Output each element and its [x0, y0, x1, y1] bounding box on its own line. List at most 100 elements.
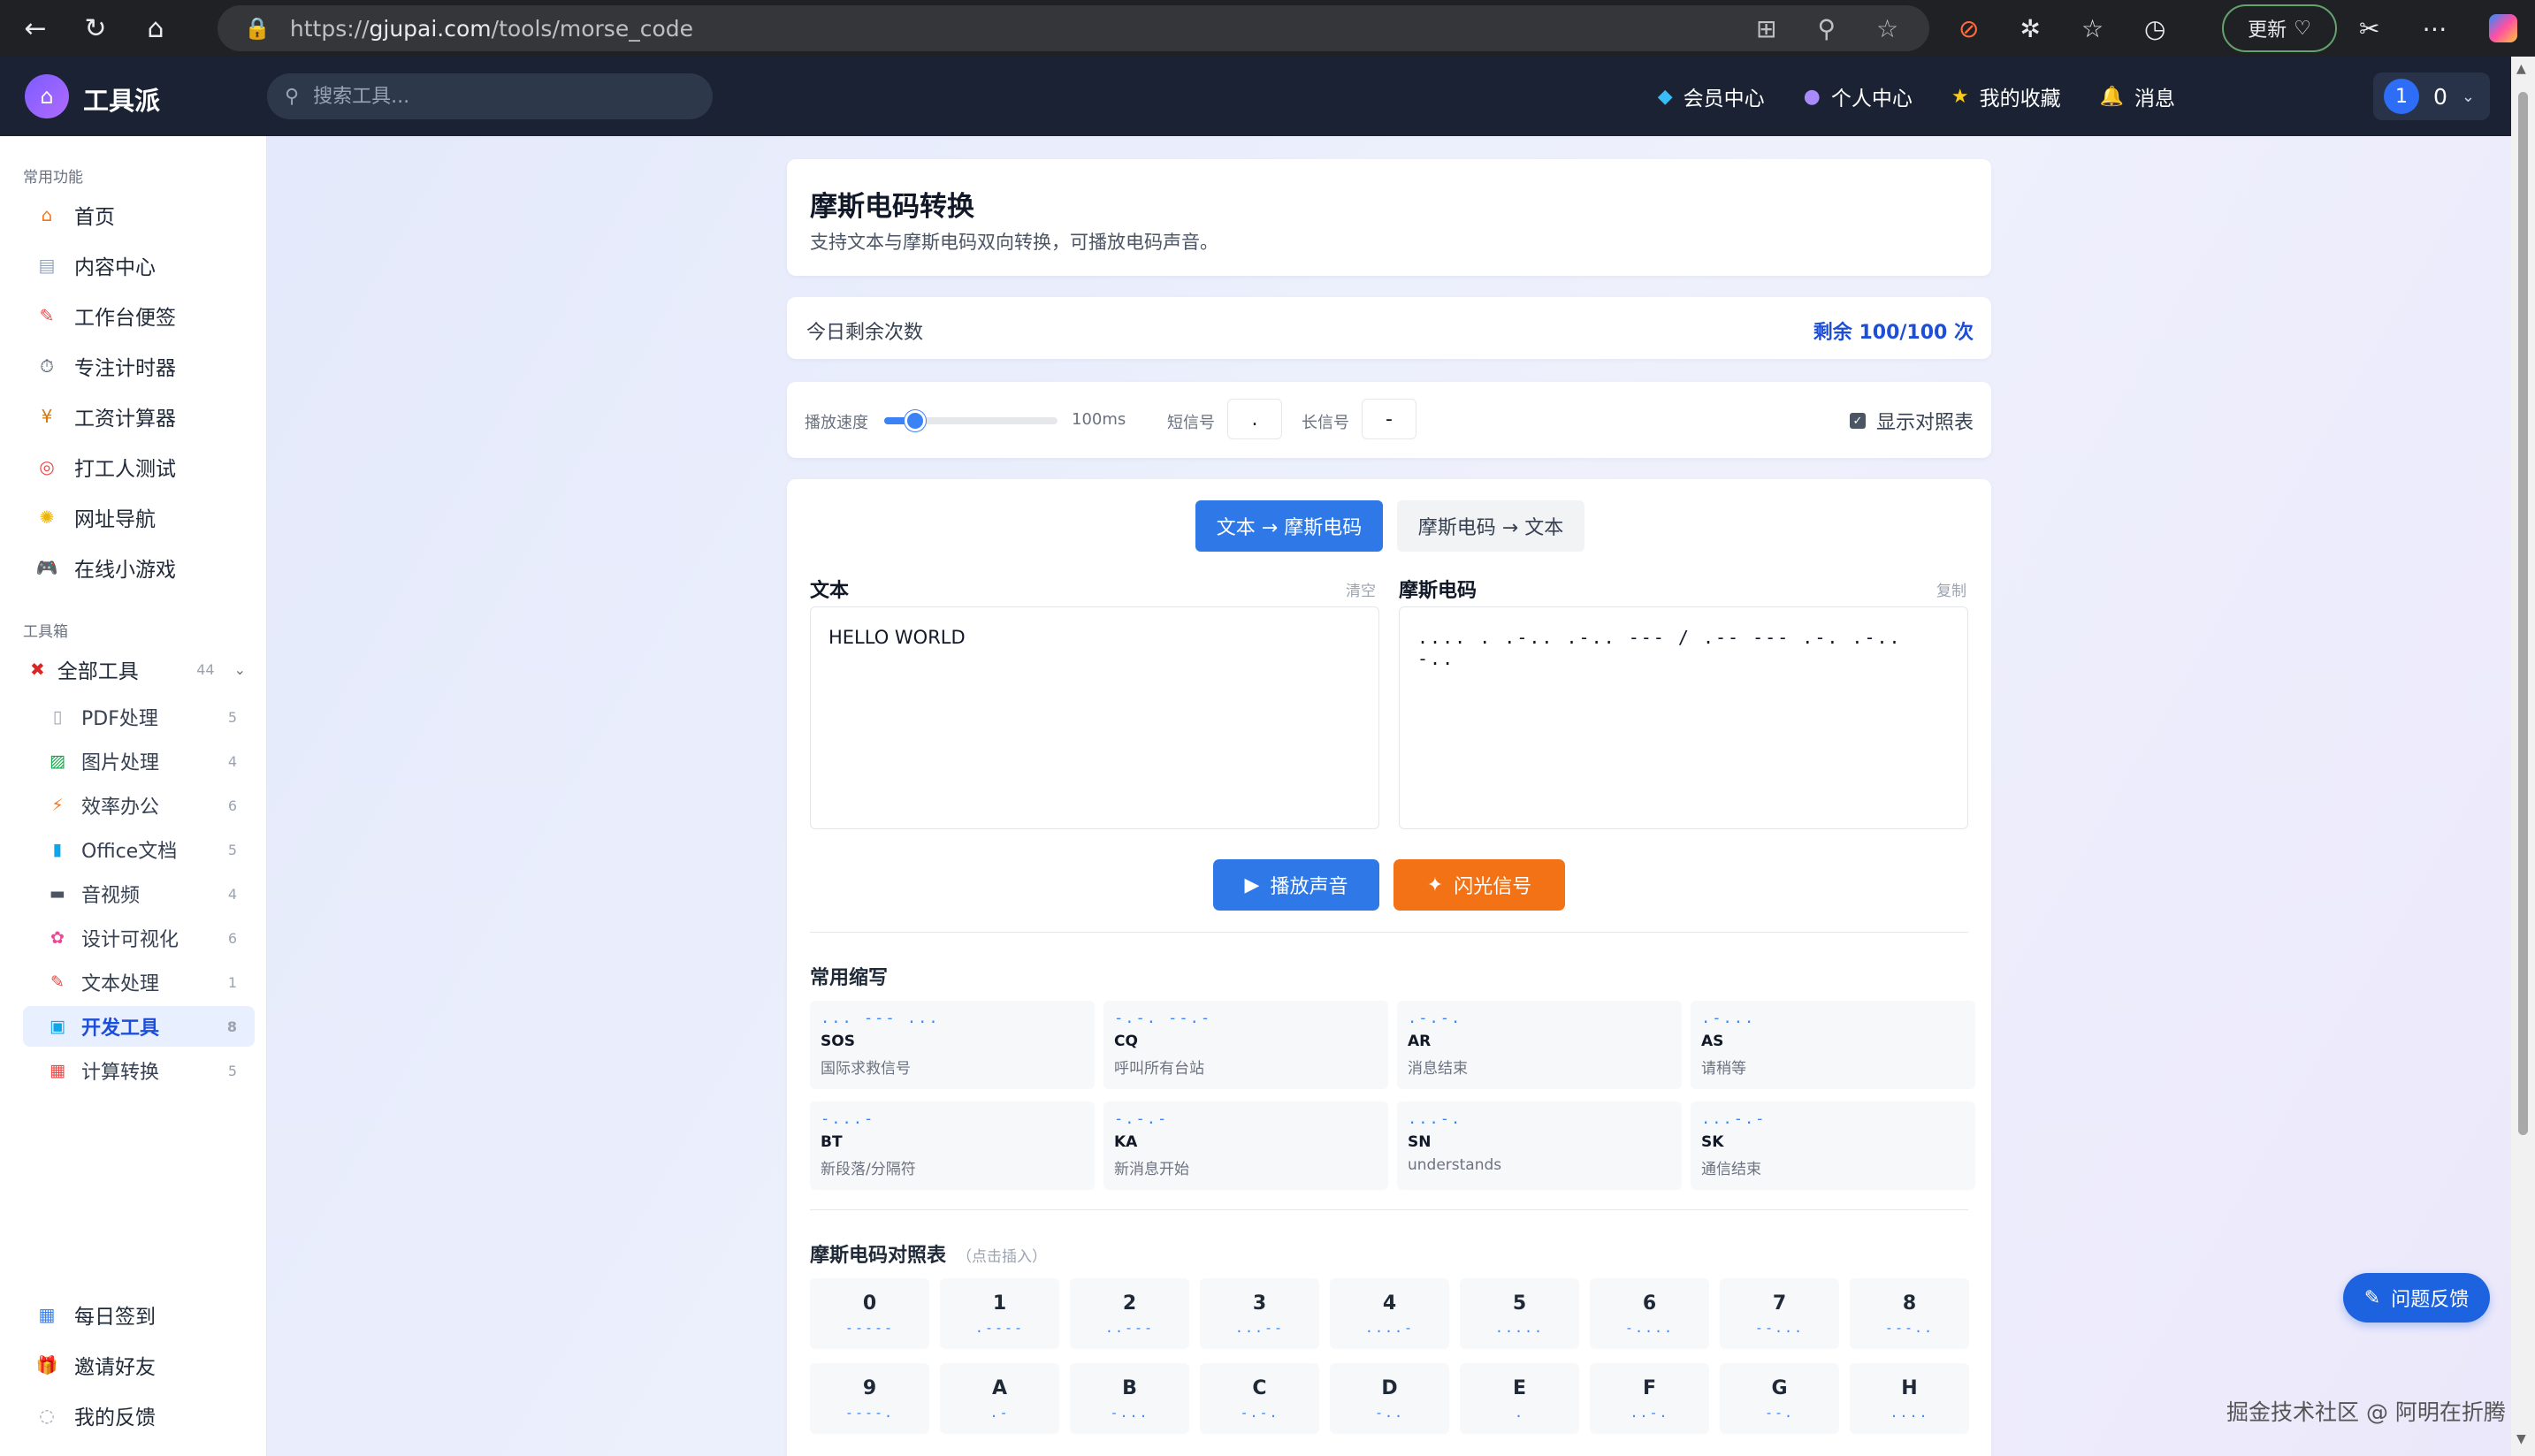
speed-value: 100ms [1072, 410, 1126, 429]
scroll-down-icon[interactable]: ▼ [2516, 1432, 2526, 1446]
sidebar-all-tools[interactable]: ✖ 全部工具 44 ⌄ [23, 649, 255, 690]
play-sound-button[interactable]: ▶ 播放声音 [1213, 859, 1379, 911]
long-signal-input[interactable]: - [1362, 399, 1416, 439]
clear-button[interactable]: 清空 [1346, 578, 1376, 600]
sidebar-item-navigation[interactable]: ✺ 网址导航 [23, 495, 255, 539]
scroll-up-icon[interactable]: ▲ [2516, 62, 2526, 76]
sidebar-item-checkin[interactable]: ▦ 每日签到 [23, 1292, 255, 1337]
reload-icon[interactable]: ↻ [71, 4, 120, 53]
ref-cell[interactable]: 1 .---- [940, 1278, 1059, 1349]
sidebar-item-label: 每日签到 [74, 1306, 156, 1329]
sidebar-item-office-docs[interactable]: ▮ Office文档 5 [23, 829, 255, 870]
speed-slider-thumb[interactable] [905, 410, 927, 431]
show-table-label: 显示对照表 [1875, 412, 1974, 434]
sidebar-item-dev-tools[interactable]: ▣ 开发工具 8 [23, 1006, 255, 1047]
abbr-card[interactable]: -...- BT 新段落/分隔符 [810, 1102, 1095, 1190]
ref-cell[interactable]: A .- [940, 1363, 1059, 1434]
sidebar-item-office-efficiency[interactable]: ⚡ 效率办公 6 [23, 785, 255, 826]
app-grid-icon[interactable]: ⊞ [1756, 14, 1776, 43]
ref-cell[interactable]: 6 -.... [1590, 1278, 1709, 1349]
user-menu[interactable]: 1 0 ⌄ [2373, 72, 2490, 120]
sidebar-item-test[interactable]: ◎ 打工人测试 [23, 445, 255, 489]
brand-name[interactable]: 工具派 [83, 80, 160, 118]
more-icon[interactable]: ⋯ [2422, 14, 2447, 43]
ref-cell[interactable]: E. [1460, 1363, 1579, 1434]
sidebar-item-content[interactable]: ▤ 内容中心 [23, 243, 255, 287]
sidebar-item-salary[interactable]: ¥ 工资计算器 [23, 394, 255, 438]
sidebar-item-feedback[interactable]: ◌ 我的反馈 [23, 1393, 255, 1437]
extensions-icon[interactable]: ✲ [2020, 14, 2040, 43]
back-icon[interactable]: ← [11, 4, 60, 53]
ref-cell[interactable]: 2 ..--- [1070, 1278, 1189, 1349]
sidebar-item-label: 邀请好友 [74, 1356, 156, 1379]
ref-cell[interactable]: 7 --... [1720, 1278, 1839, 1349]
abbr-card[interactable]: .-... AS 请稍等 [1691, 1001, 1975, 1089]
extension-ad-icon[interactable]: ⊘ [1959, 14, 1979, 43]
sidebar-item-invite[interactable]: 🎁 邀请好友 [23, 1343, 255, 1387]
ref-cell[interactable]: 5..... [1460, 1278, 1579, 1349]
ref-cell[interactable]: 9 ----. [810, 1363, 929, 1434]
copilot-icon[interactable] [2489, 14, 2518, 42]
feedback-button[interactable]: ✎ 问题反馈 [2343, 1273, 2490, 1323]
sidebar-item-media[interactable]: ▬ 音视频 4 [23, 873, 255, 914]
ref-cell[interactable]: C -.-. [1200, 1363, 1319, 1434]
ref-cell[interactable]: 0 ----- [810, 1278, 929, 1349]
tab-morse-to-text[interactable]: 摩斯电码 → 文本 [1397, 500, 1584, 552]
show-table-toggle[interactable]: ✓ 显示对照表 [1849, 407, 1974, 435]
site-info-icon[interactable]: 🔒 [244, 16, 271, 41]
ref-cell[interactable]: 3 ...-- [1200, 1278, 1319, 1349]
history-icon[interactable]: ◷ [2144, 14, 2165, 43]
text-input[interactable]: HELLO WORLD [810, 606, 1379, 829]
sidebar-item-label: 效率办公 [81, 797, 160, 819]
sidebar-item-home[interactable]: ⌂ 首页 [23, 193, 255, 237]
favorite-star-icon[interactable]: ☆ [1876, 14, 1898, 43]
morse-output[interactable]: .... . .-.. .-.. --- / .-- --- .-. .-.. … [1399, 606, 1968, 829]
ref-cell[interactable]: D -.. [1330, 1363, 1449, 1434]
ref-cell[interactable]: G --. [1720, 1363, 1839, 1434]
sidebar-item-text[interactable]: ✎ 文本处理 1 [23, 962, 255, 1002]
abbr-name: AR [1408, 1033, 1432, 1050]
address-bar[interactable]: 🔒 https://gjupai.com/tools/morse_code [218, 5, 1929, 51]
sidebar-item-calc[interactable]: ▦ 计算转换 5 [23, 1050, 255, 1091]
sidebar-item-timer[interactable]: ⏱ 专注计时器 [23, 344, 255, 388]
nav-personal-center[interactable]: ● 个人中心 [1804, 81, 1913, 111]
scroll-thumb[interactable] [2518, 92, 2528, 1135]
tab-text-to-morse[interactable]: 文本 → 摩斯电码 [1195, 500, 1383, 552]
zoom-icon[interactable]: ⚲ [1817, 14, 1836, 43]
copy-button[interactable]: 复制 [1936, 578, 1966, 600]
abbr-card[interactable]: -.-.- KA 新消息开始 [1103, 1102, 1388, 1190]
ref-cell[interactable]: F ..-. [1590, 1363, 1709, 1434]
abbr-card[interactable]: ...-. SN understands [1397, 1102, 1682, 1190]
ref-cell[interactable]: 4 ....- [1330, 1278, 1449, 1349]
favorites-icon[interactable]: ☆ [2081, 14, 2104, 43]
nav-messages[interactable]: 🔔 消息 [2100, 81, 2175, 111]
abbr-card[interactable]: ...-.- SK 通信结束 [1691, 1102, 1975, 1190]
flash-signal-button[interactable]: ✦ 闪光信号 [1393, 859, 1565, 911]
search-box[interactable]: ⚲ [267, 73, 713, 119]
ref-code: --. [1764, 1404, 1795, 1421]
sidebar-item-image[interactable]: ▨ 图片处理 4 [23, 741, 255, 781]
sidebar-item-pdf[interactable]: ▯ PDF处理 5 [23, 697, 255, 737]
ref-cell[interactable]: H.... [1850, 1363, 1969, 1434]
ref-cell[interactable]: 8 ---.. [1850, 1278, 1969, 1349]
update-button[interactable]: 更新 ♡ [2222, 4, 2337, 52]
checkbox-checked-icon[interactable]: ✓ [1849, 413, 1866, 429]
sidebar-item-games[interactable]: 🎮 在线小游戏 [23, 545, 255, 590]
abbr-card[interactable]: .-.-. AR 消息结束 [1397, 1001, 1682, 1089]
ref-cell[interactable]: B -... [1070, 1363, 1189, 1434]
converter-card: 文本 → 摩斯电码 摩斯电码 → 文本 文本 清空 HELLO WORLD 摩斯… [787, 479, 1991, 1456]
search-input[interactable] [313, 85, 685, 108]
sidebar-item-design[interactable]: ✿ 设计可视化 6 [23, 918, 255, 958]
abbr-card[interactable]: ... --- ... SOS 国际求救信号 [810, 1001, 1095, 1089]
sidebar-item-notes[interactable]: ✎ 工作台便签 [23, 293, 255, 338]
home-icon[interactable]: ⌂ [131, 4, 180, 53]
screenshot-icon[interactable]: ✂ [2359, 14, 2379, 43]
short-signal-input[interactable]: . [1227, 399, 1282, 439]
logo-icon[interactable]: ⌂ [25, 74, 69, 118]
speed-slider[interactable] [884, 410, 1058, 431]
scrollbar[interactable]: ▲ ▼ [2511, 57, 2535, 1456]
all-tools-count: 44 [196, 660, 215, 678]
nav-favorites[interactable]: ★ 我的收藏 [1951, 81, 2061, 111]
abbr-card[interactable]: -.-. --.- CQ 呼叫所有台站 [1103, 1001, 1388, 1089]
nav-member-center[interactable]: ◆ 会员中心 [1658, 81, 1765, 111]
